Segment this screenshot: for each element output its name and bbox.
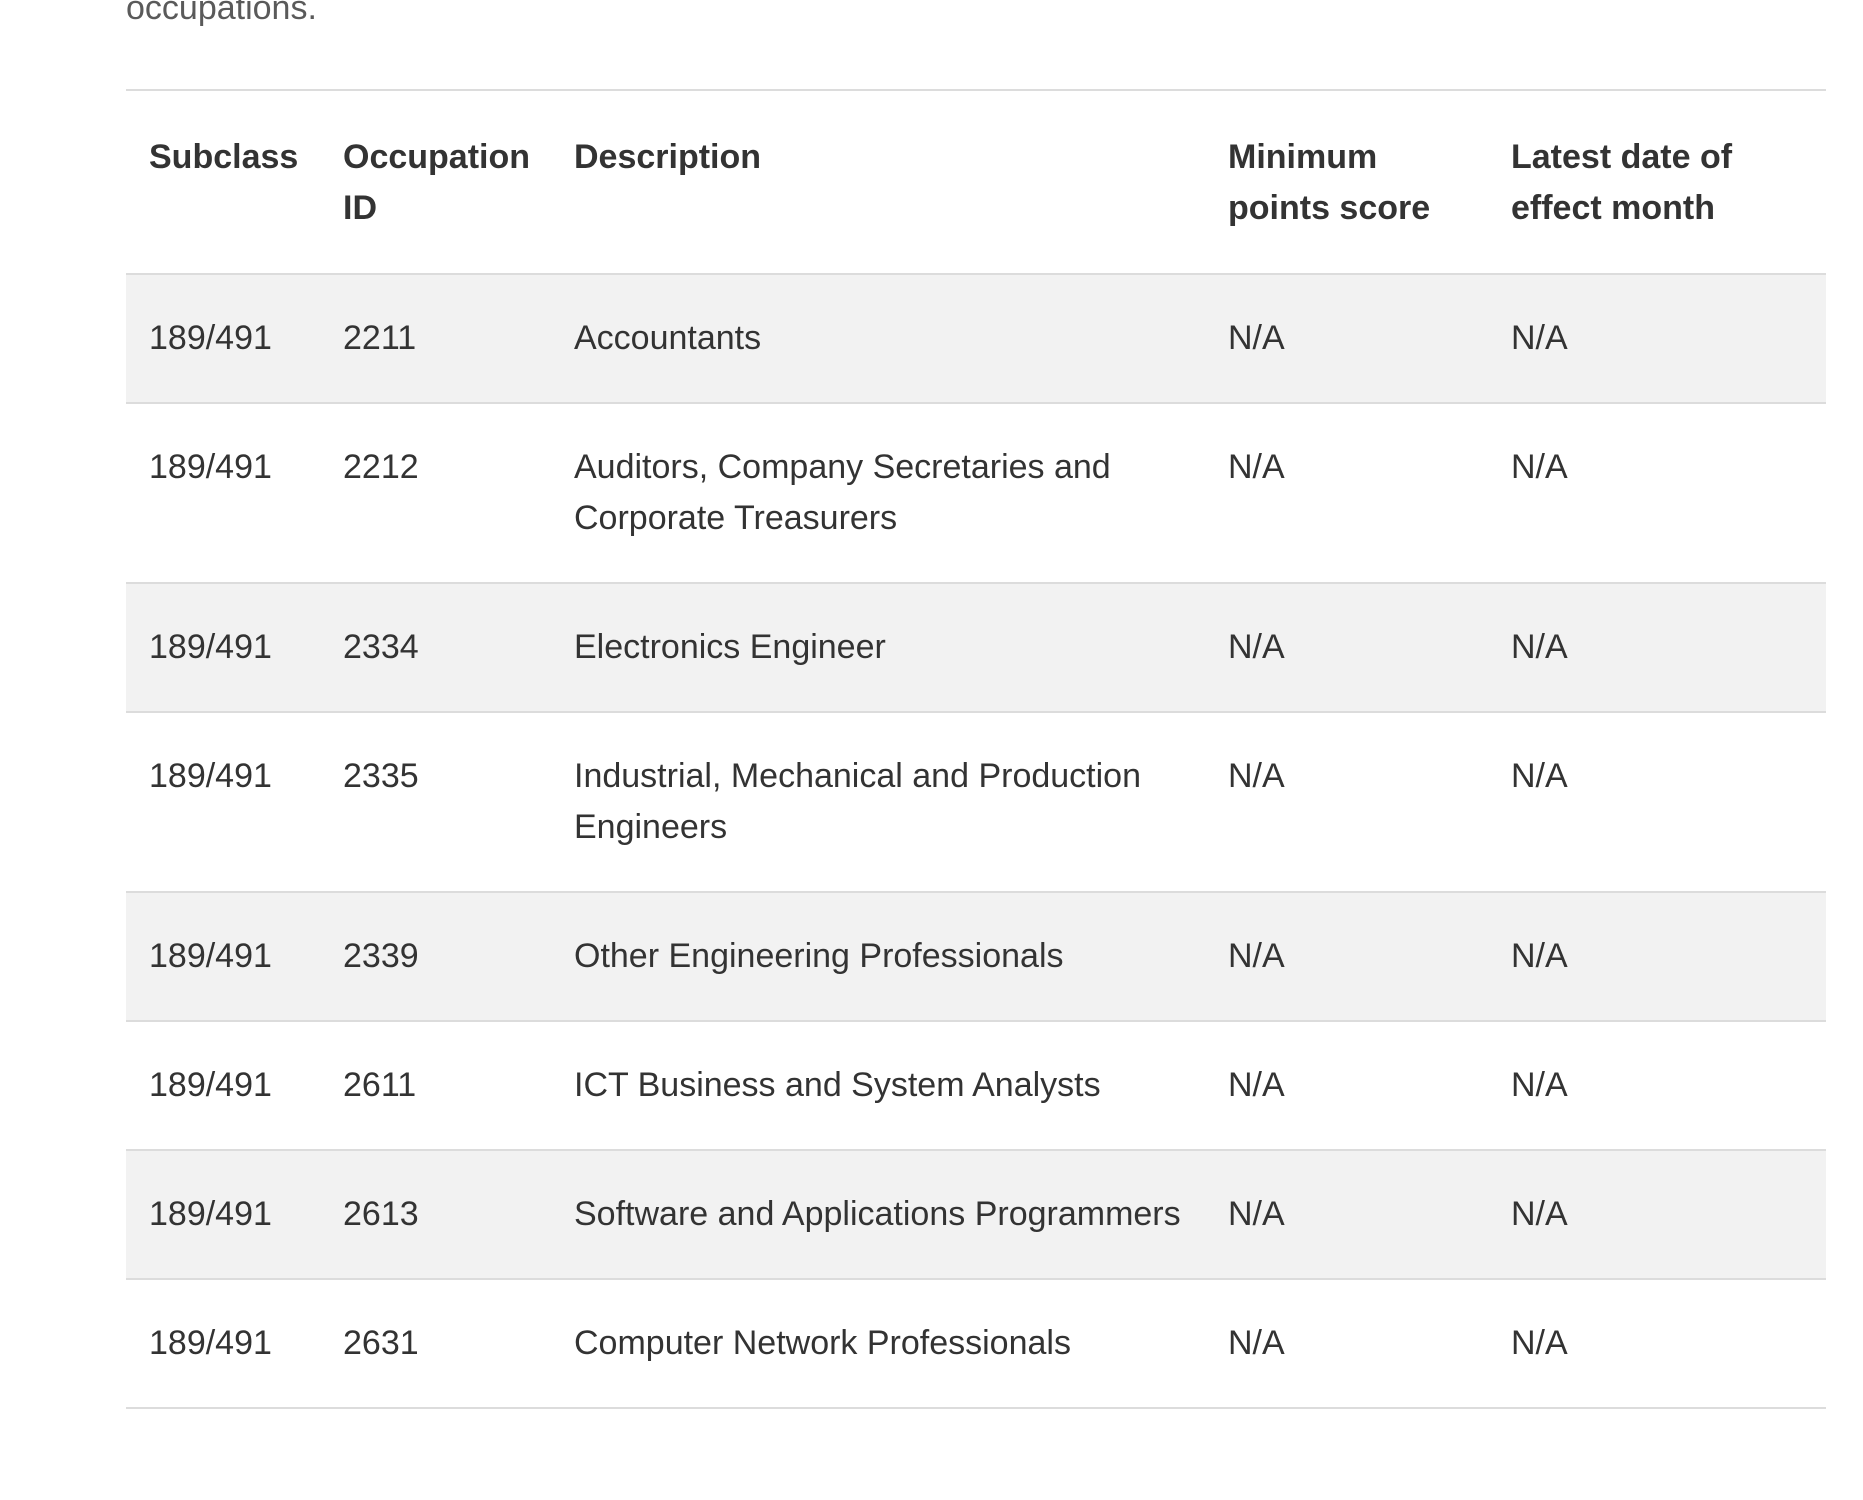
table-row: 189/491 2631 Computer Network Professional… bbox=[126, 1279, 1826, 1409]
table-row: 189/491 2613 Software and Applications Pro… bbox=[126, 1150, 1826, 1280]
cell-subclass: 189/491 bbox=[126, 403, 320, 584]
cell-minimum-points-score: N/A bbox=[1205, 583, 1488, 713]
cell-latest-date-of-effect-month: N/A bbox=[1488, 403, 1826, 584]
cell-minimum-points-score: N/A bbox=[1205, 1021, 1488, 1151]
cell-subclass: 189/491 bbox=[126, 1021, 320, 1151]
cell-occupation-id: 2335 bbox=[320, 712, 551, 893]
cell-minimum-points-score: N/A bbox=[1205, 403, 1488, 584]
cell-subclass: 189/491 bbox=[126, 712, 320, 893]
cell-latest-date-of-effect-month: N/A bbox=[1488, 1021, 1826, 1151]
occupations-table: Subclass Occupation ID Description Minim… bbox=[126, 89, 1826, 1409]
cell-occupation-id: 2611 bbox=[320, 1021, 551, 1151]
cell-subclass: 189/491 bbox=[126, 1150, 320, 1280]
cell-latest-date-of-effect-month: N/A bbox=[1488, 712, 1826, 893]
cell-occupation-id: 2212 bbox=[320, 403, 551, 584]
cell-subclass: 189/491 bbox=[126, 583, 320, 713]
cell-latest-date-of-effect-month: N/A bbox=[1488, 1279, 1826, 1409]
cell-minimum-points-score: N/A bbox=[1205, 712, 1488, 893]
cell-subclass: 189/491 bbox=[126, 1279, 320, 1409]
cell-minimum-points-score: N/A bbox=[1205, 274, 1488, 404]
header-subclass: Subclass bbox=[126, 90, 320, 275]
cell-latest-date-of-effect-month: N/A bbox=[1488, 1150, 1826, 1280]
cell-occupation-id: 2631 bbox=[320, 1279, 551, 1409]
cell-description: Accountants bbox=[551, 274, 1205, 404]
table-row: 189/491 2211 Accountants N/A N/A bbox=[126, 274, 1826, 404]
intro-text: occupations. bbox=[126, 0, 317, 27]
cell-description: Computer Network Professionals bbox=[551, 1279, 1205, 1409]
cell-description: Other Engineering Professionals bbox=[551, 892, 1205, 1022]
cell-latest-date-of-effect-month: N/A bbox=[1488, 274, 1826, 404]
cell-description: Software and Applications Programmers bbox=[551, 1150, 1205, 1280]
cell-occupation-id: 2334 bbox=[320, 583, 551, 713]
table-header-row: Subclass Occupation ID Description Minim… bbox=[126, 90, 1826, 275]
cell-description: ICT Business and System Analysts bbox=[551, 1021, 1205, 1151]
header-description: Description bbox=[551, 90, 1205, 275]
cell-occupation-id: 2211 bbox=[320, 274, 551, 404]
cell-minimum-points-score: N/A bbox=[1205, 1279, 1488, 1409]
cell-description: Auditors, Company Secretaries and Corpor… bbox=[551, 403, 1205, 584]
cell-subclass: 189/491 bbox=[126, 274, 320, 404]
table-row: 189/491 2335 Industrial, Mechanical and Pr… bbox=[126, 712, 1826, 893]
occupations-table-container: Subclass Occupation ID Description Minim… bbox=[126, 89, 1826, 1409]
header-latest-date-of-effect-month: Latest date of effect month bbox=[1488, 90, 1826, 275]
cell-subclass: 189/491 bbox=[126, 892, 320, 1022]
cell-description: Industrial, Mechanical and Production En… bbox=[551, 712, 1205, 893]
cell-description: Electronics Engineer bbox=[551, 583, 1205, 713]
table-row: 189/491 2339 Other Engineering Professiona… bbox=[126, 892, 1826, 1022]
cell-minimum-points-score: N/A bbox=[1205, 1150, 1488, 1280]
table-body: 189/491 2211 Accountants N/A N/A 189/491 2212 A… bbox=[126, 274, 1826, 1409]
table-row: 189/491 2334 Electronics Engineer N/A N/A bbox=[126, 583, 1826, 713]
header-occupation-id: Occupation ID bbox=[320, 90, 551, 275]
cell-occupation-id: 2613 bbox=[320, 1150, 551, 1280]
cell-latest-date-of-effect-month: N/A bbox=[1488, 892, 1826, 1022]
table-row: 189/491 2611 ICT Business and System Analy… bbox=[126, 1021, 1826, 1151]
cell-occupation-id: 2339 bbox=[320, 892, 551, 1022]
table-header: Subclass Occupation ID Description Minim… bbox=[126, 90, 1826, 275]
cell-minimum-points-score: N/A bbox=[1205, 892, 1488, 1022]
cell-latest-date-of-effect-month: N/A bbox=[1488, 583, 1826, 713]
header-minimum-points-score: Minimum points score bbox=[1205, 90, 1488, 275]
table-row: 189/491 2212 Auditors, Company Secretaries… bbox=[126, 403, 1826, 584]
